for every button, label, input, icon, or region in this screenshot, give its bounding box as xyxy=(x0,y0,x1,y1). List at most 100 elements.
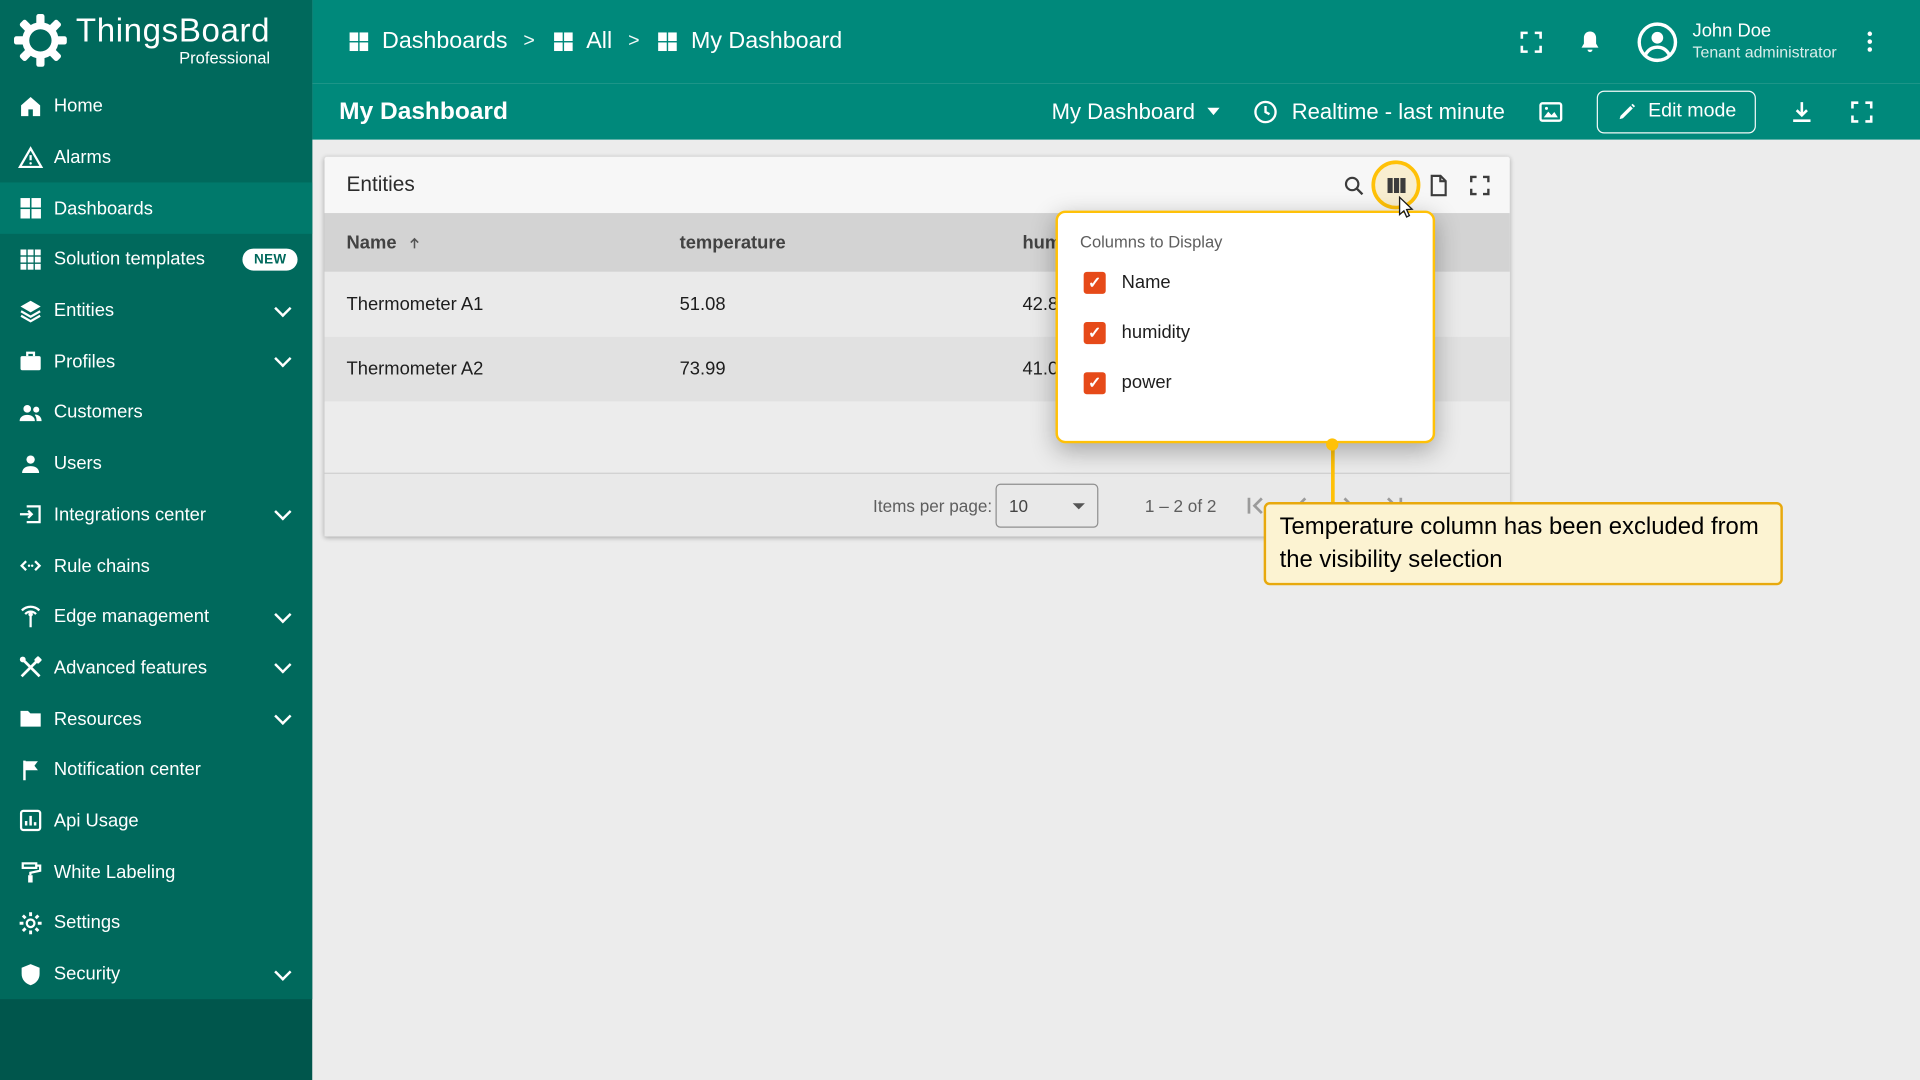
dashboard-content: Entities Name temperature humidity Thermom… xyxy=(312,139,1920,1080)
fullscreen-icon[interactable] xyxy=(1517,28,1545,56)
sidebar-item-resources[interactable]: Resources xyxy=(0,693,312,744)
column-header-temperature[interactable]: temperature xyxy=(680,232,1023,253)
sidebar-item-solution-templates[interactable]: Solution templates NEW xyxy=(0,234,312,285)
home-icon xyxy=(17,93,44,120)
sidebar-item-advanced-features[interactable]: Advanced features xyxy=(0,642,312,693)
sidebar-item-label: Users xyxy=(53,453,102,475)
sidebar-item-white-labeling[interactable]: White Labeling xyxy=(0,847,312,898)
column-option-name[interactable]: ✓ Name xyxy=(1058,257,1433,307)
column-option-power[interactable]: ✓ power xyxy=(1058,358,1433,408)
toolbar-fullscreen-icon[interactable] xyxy=(1848,97,1876,125)
widget-fullscreen-icon[interactable] xyxy=(1467,172,1493,198)
column-option-label: humidity xyxy=(1121,322,1191,343)
sidebar-menu: ThingsBoard Professional Home Alarms Dashb… xyxy=(0,0,313,1000)
dashboard-select-value: My Dashboard xyxy=(1051,98,1195,124)
sidebar-nav: Home Alarms Dashboards Solution templates NE… xyxy=(0,81,313,1000)
clock-icon xyxy=(1251,97,1279,125)
sidebar-item-label: White Labeling xyxy=(53,861,176,883)
user-avatar[interactable] xyxy=(1635,19,1680,64)
column-header-name[interactable]: Name xyxy=(347,232,680,253)
image-gallery-icon[interactable] xyxy=(1537,97,1565,125)
logo-text: ThingsBoard Professional xyxy=(75,12,271,68)
column-header-label: Name xyxy=(346,232,397,253)
alarms-icon xyxy=(17,144,44,171)
column-options-list: ✓ Name ✓ humidity ✓ power xyxy=(1058,257,1433,408)
chevron-down-icon xyxy=(274,963,292,981)
sidebar-item-edge-management[interactable]: Edge management xyxy=(0,591,312,642)
breadcrumb: Dashboards > All > My Dashboard xyxy=(312,28,842,55)
checkbox-checked-icon[interactable]: ✓ xyxy=(1083,371,1106,394)
column-option-humidity[interactable]: ✓ humidity xyxy=(1058,307,1433,357)
search-icon[interactable] xyxy=(1341,172,1367,198)
notification-icon xyxy=(17,756,44,783)
table-cell: Thermometer A1 xyxy=(346,293,484,315)
sort-ascending-icon xyxy=(405,233,423,251)
breadcrumb-item-all[interactable]: All xyxy=(551,28,612,55)
breadcrumb-item-my-dashboard[interactable]: My Dashboard xyxy=(655,28,842,55)
white-labeling-icon xyxy=(17,859,44,886)
notifications-bell-icon[interactable] xyxy=(1576,28,1604,56)
edit-mode-button[interactable]: Edit mode xyxy=(1596,90,1756,133)
sidebar-item-customers[interactable]: Customers xyxy=(0,387,312,438)
sidebar-item-label: Home xyxy=(53,95,103,117)
sidebar-item-security[interactable]: Security xyxy=(0,949,312,1000)
resources-icon xyxy=(17,705,44,732)
table-cell: 51.08 xyxy=(679,293,726,315)
items-per-page-label: Items per page: xyxy=(873,495,993,516)
breadcrumb-item-dashboards[interactable]: Dashboards xyxy=(347,28,508,55)
chevron-down-icon xyxy=(274,605,292,624)
edge-icon xyxy=(17,603,44,630)
integrations-icon xyxy=(17,501,44,528)
entities-widget-header: Entities xyxy=(324,157,1509,213)
sidebar-item-entities[interactable]: Entities xyxy=(0,285,312,336)
pencil-icon xyxy=(1616,101,1637,122)
items-per-page-select[interactable]: 10 xyxy=(995,483,1099,528)
settings-icon xyxy=(17,910,44,937)
sidebar-item-label: Alarms xyxy=(53,146,112,168)
logo-title: ThingsBoard xyxy=(75,12,271,49)
checkbox-checked-icon[interactable]: ✓ xyxy=(1083,271,1106,294)
security-icon xyxy=(17,961,44,988)
more-menu-icon[interactable] xyxy=(1856,28,1883,55)
items-per-page-value: 10 xyxy=(1008,495,1029,516)
sidebar-item-integrations-center[interactable]: Integrations center xyxy=(0,489,312,540)
sidebar-item-label: Edge management xyxy=(53,606,210,628)
dashboard-select[interactable]: My Dashboard xyxy=(1052,99,1220,125)
solution-icon xyxy=(17,246,44,273)
timewindow-label: Realtime - last minute xyxy=(1291,98,1505,124)
download-icon[interactable] xyxy=(1788,97,1816,125)
sidebar-item-dashboards[interactable]: Dashboards xyxy=(0,182,313,234)
mouse-cursor-icon xyxy=(1393,193,1417,220)
users-icon xyxy=(17,450,44,477)
sidebar-item-alarms[interactable]: Alarms xyxy=(0,132,312,183)
sidebar-item-label: Settings xyxy=(53,912,121,934)
timewindow-button[interactable]: Realtime - last minute xyxy=(1251,97,1505,125)
logo-subtitle: Professional xyxy=(179,49,271,68)
annotation-connector-dot xyxy=(1326,438,1339,451)
app-window: ThingsBoard Professional Home Alarms Dashb… xyxy=(0,0,1920,1080)
thingsboard-gear-icon xyxy=(12,12,68,68)
thingsboard-logo[interactable]: ThingsBoard Professional xyxy=(0,0,312,81)
sidebar-item-label: Customers xyxy=(53,402,143,424)
column-option-label: power xyxy=(1121,372,1172,394)
widget-title: Entities xyxy=(346,172,415,196)
export-file-icon[interactable] xyxy=(1425,172,1451,198)
chevron-down-icon xyxy=(1072,502,1085,509)
dashboard-grid-icon xyxy=(551,29,575,53)
entities-icon xyxy=(17,297,44,324)
annotation-connector-line xyxy=(1331,448,1335,505)
sidebar-item-label: Profiles xyxy=(53,351,116,372)
chevron-down-icon xyxy=(1207,107,1220,116)
sidebar-item-profiles[interactable]: Profiles xyxy=(0,336,312,387)
breadcrumb-separator: > xyxy=(523,30,535,52)
user-role: Tenant administrator xyxy=(1692,43,1837,62)
sidebar-item-api-usage[interactable]: Api Usage xyxy=(0,795,312,846)
breadcrumb-label: All xyxy=(586,28,613,54)
sidebar-item-home[interactable]: Home xyxy=(0,81,312,132)
sidebar-item-notification-center[interactable]: Notification center xyxy=(0,744,312,795)
sidebar-item-users[interactable]: Users xyxy=(0,438,312,489)
sidebar-item-settings[interactable]: Settings xyxy=(0,898,312,949)
sidebar-item-rule-chains[interactable]: Rule chains xyxy=(0,540,312,591)
breadcrumb-label: Dashboards xyxy=(382,28,508,54)
checkbox-checked-icon[interactable]: ✓ xyxy=(1083,321,1106,344)
